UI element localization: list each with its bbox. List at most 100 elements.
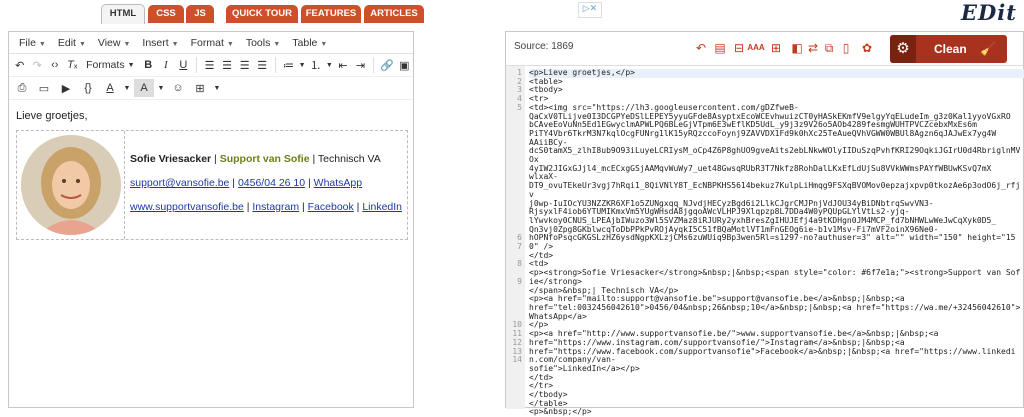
preview-icon[interactable]: ▭	[34, 79, 54, 97]
menu-format[interactable]: Format ▼	[185, 37, 240, 49]
chevron-down-icon: ▼	[78, 40, 86, 48]
tab-features[interactable]: FEATURES	[301, 5, 361, 23]
outdent-icon[interactable]: ⇤	[335, 56, 351, 74]
chevron-down-icon: ▼	[320, 40, 328, 48]
broom-icon: 🧹	[980, 41, 997, 56]
clean-label: Clean	[934, 42, 967, 56]
table-icon[interactable]: ⊞	[190, 79, 210, 97]
signature-line-1: Sofie Vriesacker | Support van Sofie | T…	[130, 147, 402, 171]
gear-icon[interactable]: ⚙	[890, 35, 916, 63]
menu-edit[interactable]: Edit ▼	[52, 37, 92, 49]
redo-icon[interactable]: ↷	[30, 56, 46, 74]
print-icon[interactable]: ⎙	[12, 79, 32, 97]
emoticons-icon[interactable]: ☺	[168, 79, 188, 97]
separator: |	[229, 177, 238, 189]
tab-quick-tour[interactable]: QUICK TOUR	[226, 5, 298, 23]
separator: |	[299, 201, 308, 213]
whatsapp-link[interactable]: WhatsApp	[314, 177, 362, 189]
document-icon[interactable]: ▤	[713, 41, 727, 55]
link-icon[interactable]: 🔗	[379, 56, 395, 74]
chevron-down-icon[interactable]: ▼	[325, 56, 333, 74]
avatar	[20, 135, 121, 235]
background-color-icon[interactable]: A	[134, 79, 154, 97]
code-line: </tbody>	[529, 390, 568, 400]
line-number-gutter: 12345 67 8 9 10 11 12 13 14	[506, 66, 525, 409]
facebook-link[interactable]: Facebook	[308, 201, 354, 213]
source-code-icon[interactable]: ‹›	[47, 56, 63, 74]
linkedin-link[interactable]: LinkedIn	[362, 201, 402, 213]
image-icon[interactable]: ▣	[397, 56, 413, 74]
italic-icon[interactable]: I	[158, 56, 174, 74]
align-justify-icon[interactable]: ☰	[254, 56, 270, 74]
tab-html[interactable]: HTML	[101, 4, 145, 24]
mouse-icon[interactable]: ▯	[839, 41, 853, 55]
copy-icon[interactable]: ⧉	[822, 41, 836, 55]
divider	[274, 57, 276, 73]
numbered-list-icon[interactable]: ⒈	[308, 56, 324, 74]
formats-dropdown[interactable]: Formats ▼	[82, 56, 138, 74]
avatar-cell	[17, 131, 125, 239]
code-line: dcS0tamX5_zlhI8ub9O93iLuyeLCRIysM_oCp4Z6…	[529, 146, 1021, 165]
code-line: </tr>	[529, 381, 554, 391]
chevron-down-icon[interactable]: ▼	[298, 56, 306, 74]
tab-js[interactable]: JS	[186, 5, 214, 23]
media-icon[interactable]: ▶	[56, 79, 76, 97]
tab-css[interactable]: CSS	[148, 5, 184, 23]
toolbar-row-1: ↶ ↷ ‹› Tₓ Formats ▼ B I U ☰ ☰ ☰ ☰ ≔ ▼ ⒈ ▼…	[9, 54, 413, 77]
email-link[interactable]: support@vansofie.be	[130, 177, 229, 189]
phone-link[interactable]: 0456/04 26 10	[238, 177, 305, 189]
align-left-icon[interactable]: ☰	[202, 56, 218, 74]
code-line: </td>	[529, 372, 554, 382]
undo-icon[interactable]: ↶	[12, 56, 28, 74]
font-size-icon[interactable]: AAA	[746, 41, 766, 55]
signature-company: Support van Sofie	[219, 153, 310, 165]
menu-view[interactable]: View ▼	[92, 37, 137, 49]
menu-format-label: Format	[190, 36, 224, 49]
instagram-link[interactable]: Instagram	[252, 201, 299, 213]
tab-articles[interactable]: ARTICLES	[364, 5, 424, 23]
menu-tools[interactable]: Tools ▼	[240, 37, 286, 49]
plus-icon[interactable]: ⊞	[769, 41, 783, 55]
clear-format-icon[interactable]: Tₓ	[65, 56, 81, 74]
palette-icon[interactable]: ✿	[860, 41, 874, 55]
menu-insert[interactable]: Insert ▼	[136, 37, 184, 49]
clean-button[interactable]: ⚙ Clean 🧹	[890, 35, 1007, 63]
code-line: href="https://www.facebook.com/supportva…	[529, 346, 1016, 365]
greeting-text: Lieve groetjes,	[16, 110, 88, 122]
chevron-down-icon: ▼	[171, 40, 179, 48]
text-color-icon[interactable]: A	[100, 79, 120, 97]
underline-icon[interactable]: U	[176, 56, 192, 74]
code-area[interactable]: 12345 67 8 9 10 11 12 13 14 <p>Lieve groetje…	[506, 66, 1024, 416]
indent-icon[interactable]: ⇥	[353, 56, 369, 74]
ad-choices-icon[interactable]: ▷✕	[578, 2, 602, 18]
align-right-icon[interactable]: ☰	[237, 56, 253, 74]
chevron-down-icon[interactable]: ▼	[122, 79, 132, 97]
code-sample-icon[interactable]: {}	[78, 79, 98, 97]
bullet-list-icon[interactable]: ≔	[281, 56, 297, 74]
avatar-photo	[20, 135, 121, 235]
align-center-icon[interactable]: ☰	[219, 56, 235, 74]
chevron-down-icon[interactable]: ▼	[212, 79, 222, 97]
chevron-down-icon: ▼	[226, 40, 234, 48]
window-icon[interactable]: ◧	[790, 41, 804, 55]
minus-icon[interactable]: ⊟	[732, 41, 746, 55]
source-editor: Source: 1869 ↶ ▤ ⊟ AAA ⊞ ◧ ⇄ ⧉ ▯ ✿ ⚙ Cle…	[505, 31, 1024, 416]
separator: |	[211, 153, 220, 165]
chevron-down-icon[interactable]: ▼	[156, 79, 166, 97]
menu-file[interactable]: File ▼	[13, 37, 52, 49]
website-link[interactable]: www.supportvansofie.be	[130, 201, 244, 213]
menu-bar: File ▼ Edit ▼ View ▼ Insert ▼ Format ▼ Tools ▼…	[9, 32, 413, 54]
swap-icon[interactable]: ⇄	[806, 41, 820, 55]
signature-line-3: www.supportvansofie.be | Instagram | Fac…	[130, 195, 402, 219]
chevron-down-icon: ▼	[127, 61, 135, 69]
editor-content[interactable]: Lieve groetjes, Sofie Vriesacker | Suppo…	[9, 100, 413, 250]
undo-icon[interactable]: ↶	[694, 41, 708, 55]
code-line: </table>	[529, 398, 568, 408]
code-line: href="tel:0032456042610">0456/04&nbsp;26…	[529, 302, 1021, 321]
bold-icon[interactable]: B	[141, 56, 157, 74]
menu-table[interactable]: Table ▼	[286, 37, 333, 49]
formats-label: Formats	[86, 59, 125, 71]
code-lines[interactable]: <p>Lieve groetjes,</p> <table> <tbody> <tr>…	[525, 66, 1024, 416]
menu-file-label: File	[19, 36, 36, 49]
separator: |	[305, 177, 314, 189]
